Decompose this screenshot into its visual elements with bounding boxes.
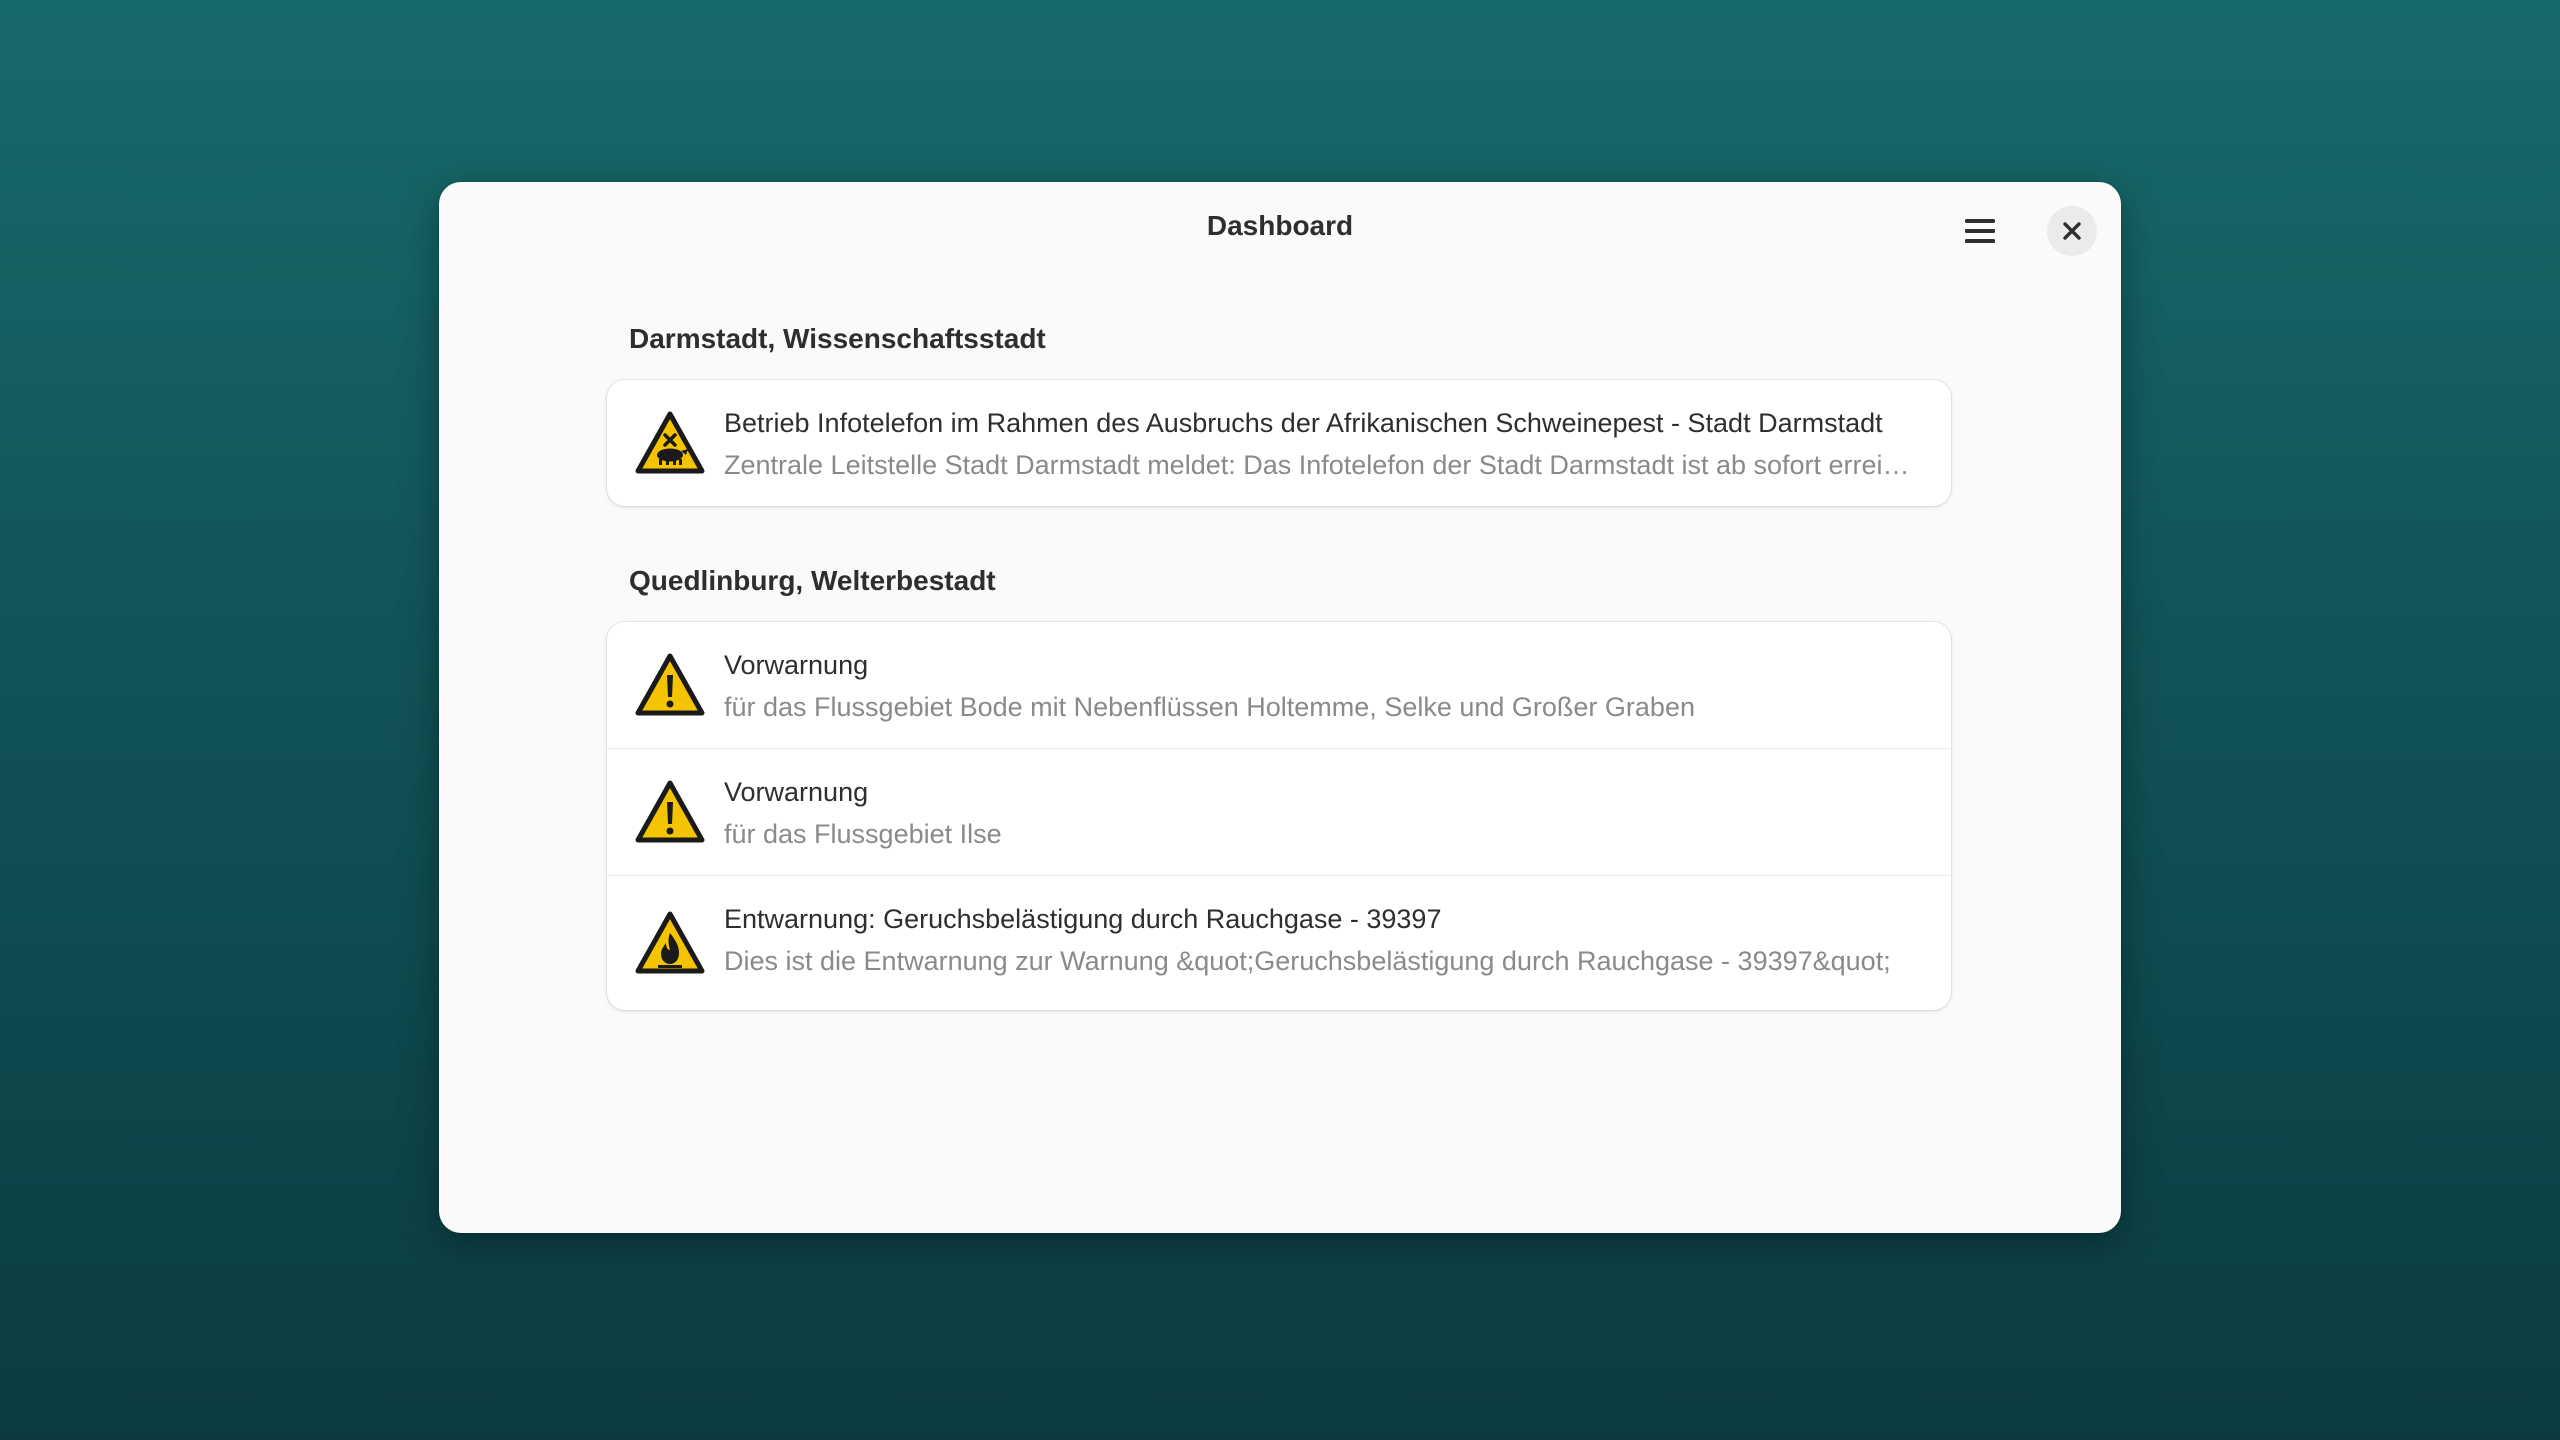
window-title: Dashboard [1206,210,1354,241]
exclamation-warning-icon [635,653,705,717]
hamburger-menu-icon [1965,219,1995,243]
warning-subtitle: Zentrale Leitstelle Stadt Darmstadt meld… [724,450,1913,480]
exclamation-warning-icon [635,780,705,844]
warning-row[interactable]: Betrieb Infotelefon im Rahmen des Ausbru… [607,380,1951,506]
location-group-title: Darmstadt, Wissenschaftsstadt [629,323,1046,354]
warning-row[interactable]: Entwarnung: Geruchsbelästigung durch Rau… [607,876,1951,1010]
warning-title: Entwarnung: Geruchsbelästigung durch Rau… [724,904,1442,934]
warning-title: Vorwarnung [724,777,869,807]
warning-row[interactable]: Vorwarnung für das Flussgebiet Bode mit … [607,622,1951,749]
menu-button[interactable] [1955,206,2005,256]
location-group-title: Quedlinburg, Welterbestadt [629,565,996,596]
warning-subtitle: für das Flussgebiet Bode mit Nebenflüsse… [724,692,1695,722]
warning-list: Betrieb Infotelefon im Rahmen des Ausbru… [607,380,1951,506]
warnings-content: Darmstadt, Wissenschaftsstadt Betrieb In… [607,322,1951,1068]
fire-warning-icon [635,911,705,975]
dashboard-window: Dashboard Darmstadt, Wissenschaftsstadt [439,182,2121,1233]
warning-row[interactable]: Vorwarnung für das Flussgebiet Ilse [607,749,1951,876]
warning-subtitle: für das Flussgebiet Ilse [724,819,1002,849]
warning-title: Betrieb Infotelefon im Rahmen des Ausbru… [724,408,1883,438]
animal-disease-warning-icon [635,411,705,475]
warning-subtitle: Dies ist die Entwarnung zur Warnung &quo… [724,946,1891,976]
close-icon [2063,222,2081,240]
close-button[interactable] [2047,206,2097,256]
warning-list: Vorwarnung für das Flussgebiet Bode mit … [607,622,1951,1010]
header-bar: Dashboard [439,182,2121,278]
warning-title: Vorwarnung [724,650,869,680]
